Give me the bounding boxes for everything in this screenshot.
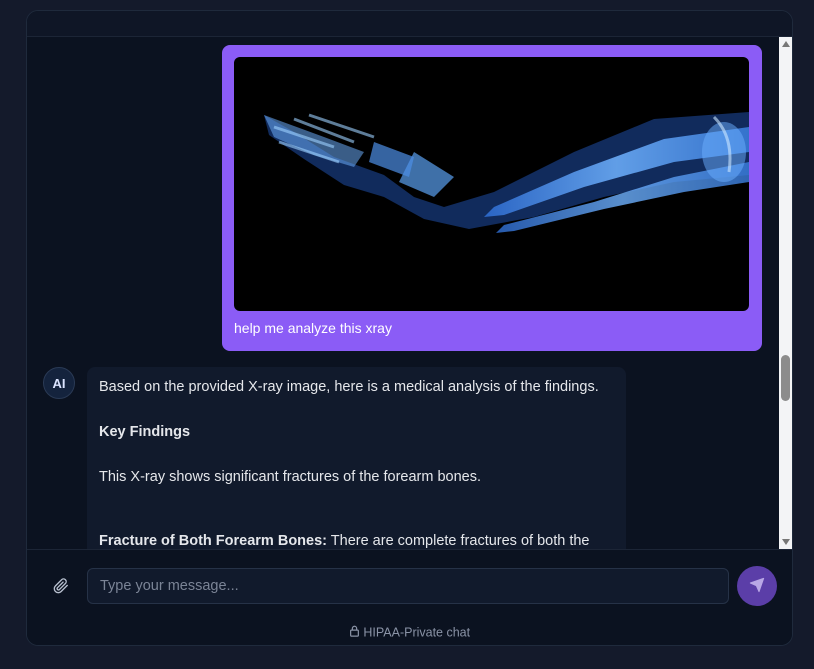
- ai-summary-text: This X-ray shows significant fractures o…: [99, 469, 481, 486]
- user-message-text: help me analyze this xray: [234, 320, 392, 336]
- triangle-down-icon[interactable]: [781, 537, 791, 547]
- lock-icon: [349, 625, 363, 640]
- ai-detail-text: There are complete fractures of both the: [327, 533, 590, 549]
- message-list[interactable]: help me analyze this xray AI Based on th…: [27, 37, 779, 549]
- ai-avatar: AI: [43, 367, 75, 399]
- triangle-up-icon[interactable]: [781, 39, 791, 49]
- paperclip-icon[interactable]: [51, 576, 71, 596]
- chat-scrollbar[interactable]: [779, 37, 792, 549]
- ai-detail-paragraph: Fracture of Both Forearm Bones: There ar…: [99, 533, 614, 549]
- privacy-note: HIPAA-Private chat: [27, 625, 792, 640]
- ai-heading: Key Findings: [99, 423, 191, 440]
- ai-detail-label: Fracture of Both Forearm Bones:: [99, 533, 327, 549]
- scroll-thumb[interactable]: [781, 355, 790, 401]
- ai-message: Based on the provided X-ray image, here …: [87, 367, 626, 549]
- chat-header: [27, 11, 792, 37]
- xray-image[interactable]: [234, 57, 749, 311]
- send-button[interactable]: [737, 566, 777, 606]
- composer: HIPAA-Private chat: [27, 549, 792, 645]
- user-message: help me analyze this xray: [222, 45, 762, 351]
- chat-window: help me analyze this xray AI Based on th…: [26, 10, 793, 646]
- ai-intro-text: Based on the provided X-ray image, here …: [99, 379, 599, 395]
- message-input[interactable]: [87, 568, 729, 604]
- send-icon: [749, 577, 765, 596]
- privacy-note-text: HIPAA-Private chat: [363, 625, 471, 640]
